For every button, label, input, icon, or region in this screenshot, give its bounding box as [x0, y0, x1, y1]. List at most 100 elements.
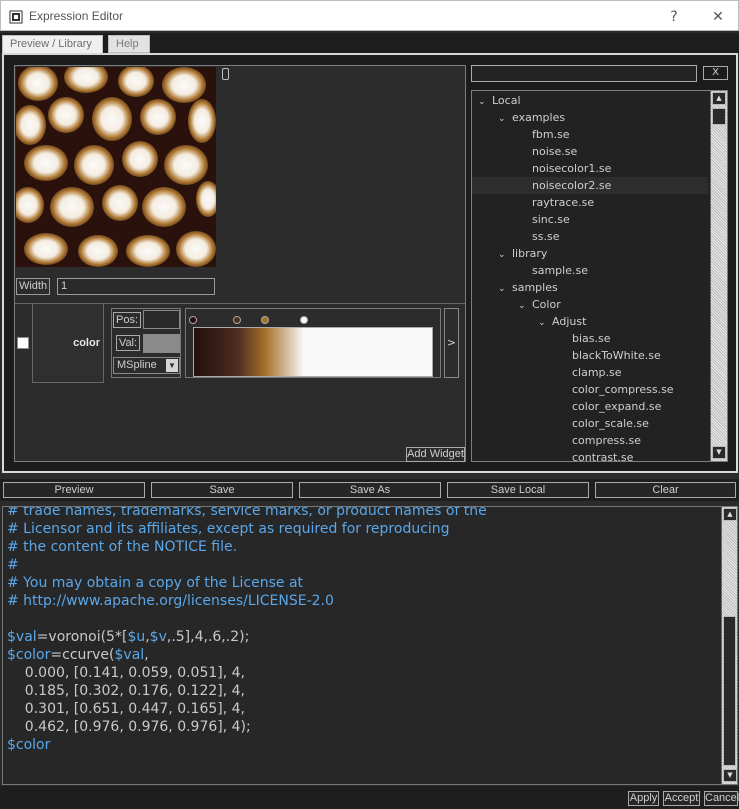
- tree-file[interactable]: noisecolor1.se: [472, 160, 708, 177]
- tree-file[interactable]: compress.se: [472, 432, 708, 449]
- code-line: # You may obtain a copy of the License a…: [7, 575, 304, 591]
- code-line: $color=ccurve($val,: [7, 647, 149, 663]
- chevron-down-icon[interactable]: ▼: [166, 359, 178, 372]
- tree-file[interactable]: color_compress.se: [472, 381, 708, 398]
- library-tree: ⌄ Local ⌄ examples fbm.se noise.se noisecolor1…: [471, 90, 728, 462]
- tree-folder[interactable]: ⌄ Color: [472, 296, 708, 313]
- tree-file[interactable]: ss.se: [472, 228, 708, 245]
- add-widget-button[interactable]: Add Widget: [406, 447, 465, 462]
- tree-folder[interactable]: ⌄ Adjust: [472, 313, 708, 330]
- tree-file[interactable]: sample.se: [472, 262, 708, 279]
- tree-label: noisecolor2.se: [532, 179, 612, 192]
- expand-button[interactable]: >: [444, 308, 459, 378]
- accept-button[interactable]: Accept: [663, 791, 700, 806]
- gradient-knot[interactable]: [189, 316, 197, 324]
- val-color-swatch[interactable]: [143, 334, 180, 353]
- tree-file[interactable]: color_expand.se: [472, 398, 708, 415]
- interpolation-select[interactable]: MSpline ▼: [113, 357, 180, 374]
- clear-button[interactable]: Clear: [595, 482, 736, 498]
- tree-label: contrast.se: [572, 451, 634, 462]
- preview-cell: [92, 97, 132, 141]
- scroll-up-icon[interactable]: ▲: [723, 508, 737, 521]
- tree-label: library: [512, 247, 548, 260]
- scroll-down-icon[interactable]: ▼: [712, 446, 726, 459]
- tree-folder[interactable]: ⌄ samples: [472, 279, 708, 296]
- preview-cell: [162, 67, 206, 103]
- expression-editor[interactable]: # trade names, trademarks, service marks…: [2, 506, 738, 785]
- pos-field[interactable]: [143, 310, 180, 329]
- code-line: 0.185, [0.302, 0.176, 0.122], 4,: [7, 683, 245, 699]
- tab-bar: Preview / Library Help: [0, 33, 739, 53]
- preview-button[interactable]: Preview: [3, 482, 145, 498]
- tree-file[interactable]: contrast.se: [472, 449, 708, 462]
- tree-folder[interactable]: ⌄ examples: [472, 109, 708, 126]
- expression-code[interactable]: # trade names, trademarks, service marks…: [7, 507, 487, 754]
- tree-folder[interactable]: ⌄ library: [472, 245, 708, 262]
- preview-cell: [48, 97, 84, 133]
- tree-label: examples: [512, 111, 566, 124]
- code-line: 0.462, [0.976, 0.976, 0.976], 4);: [7, 719, 251, 735]
- tree-file[interactable]: noisecolor2.se: [472, 177, 708, 194]
- library-filter-input[interactable]: [471, 65, 697, 82]
- tree-file[interactable]: blackToWhite.se: [472, 347, 708, 364]
- tree-label: bias.se: [572, 332, 611, 345]
- title-bar: Expression Editor ? ✕: [0, 0, 739, 31]
- tree-label: raytrace.se: [532, 196, 595, 209]
- code-line: $val=voronoi(5*[$u,$v,.5],4,.6,.2);: [7, 629, 250, 645]
- tree-file[interactable]: clamp.se: [472, 364, 708, 381]
- preview-cell: [176, 231, 216, 267]
- tab-preview-library[interactable]: Preview / Library: [2, 35, 103, 53]
- tree-label: fbm.se: [532, 128, 570, 141]
- color-gradient[interactable]: [193, 327, 433, 377]
- cancel-button[interactable]: Cancel: [704, 791, 739, 806]
- gradient-knot[interactable]: [233, 316, 242, 324]
- preview-cell: [24, 233, 68, 265]
- tree-label: color_scale.se: [572, 417, 649, 430]
- close-icon[interactable]: ✕: [708, 7, 728, 27]
- scroll-up-icon[interactable]: ▲: [712, 92, 726, 105]
- preview-cell: [74, 145, 114, 185]
- apply-button[interactable]: Apply: [628, 791, 659, 806]
- gradient-knot[interactable]: [261, 316, 270, 324]
- tree-file[interactable]: sinc.se: [472, 211, 708, 228]
- preview-image: [16, 67, 216, 267]
- help-icon[interactable]: ?: [664, 7, 684, 27]
- preview-cell: [142, 187, 186, 227]
- code-line: #: [7, 557, 19, 573]
- preview-cell: [50, 187, 94, 227]
- voronoi-preview: [16, 67, 216, 267]
- preview-slider-handle[interactable]: [222, 68, 229, 80]
- tree-label: compress.se: [572, 434, 641, 447]
- tree-label: color_expand.se: [572, 400, 662, 413]
- scroll-thumb[interactable]: [712, 108, 726, 125]
- tree-file[interactable]: bias.se: [472, 330, 708, 347]
- tree-label: color_compress.se: [572, 383, 674, 396]
- width-input[interactable]: 1: [57, 278, 215, 295]
- code-line: # http://www.apache.org/licenses/LICENSE…: [7, 593, 334, 609]
- tree-file[interactable]: noise.se: [472, 143, 708, 160]
- tree-folder[interactable]: ⌄ Local: [472, 92, 708, 109]
- editor-scrollbar[interactable]: ▲ ▼: [721, 507, 737, 784]
- tab-help[interactable]: Help: [108, 35, 150, 53]
- gradient-knot[interactable]: [299, 316, 308, 324]
- tree-label: blackToWhite.se: [572, 349, 661, 362]
- color-widget-label-box: color: [32, 303, 104, 383]
- library-scrollbar[interactable]: ▲ ▼: [710, 91, 727, 461]
- scroll-thumb[interactable]: [723, 616, 736, 766]
- clear-filter-button[interactable]: X: [703, 66, 728, 80]
- scroll-down-icon[interactable]: ▼: [723, 769, 737, 782]
- save-as-button[interactable]: Save As: [299, 482, 441, 498]
- save-button[interactable]: Save: [151, 482, 293, 498]
- tree-label: Local: [492, 94, 521, 107]
- tree-file[interactable]: fbm.se: [472, 126, 708, 143]
- tree-file[interactable]: raytrace.se: [472, 194, 708, 211]
- library-pane: X ⌄ Local ⌄ examples fbm.se noise.se noisecolo…: [471, 65, 731, 462]
- tree-label: samples: [512, 281, 558, 294]
- tree-file[interactable]: color_scale.se: [472, 415, 708, 432]
- color-widget-checkbox[interactable]: [17, 337, 29, 349]
- save-local-button[interactable]: Save Local: [447, 482, 589, 498]
- color-widget-label: color: [73, 337, 100, 349]
- tree-label: sinc.se: [532, 213, 570, 226]
- editor-toolbar: Preview Save Save As Save Local Clear: [0, 479, 739, 501]
- pos-label: Pos:: [113, 312, 141, 328]
